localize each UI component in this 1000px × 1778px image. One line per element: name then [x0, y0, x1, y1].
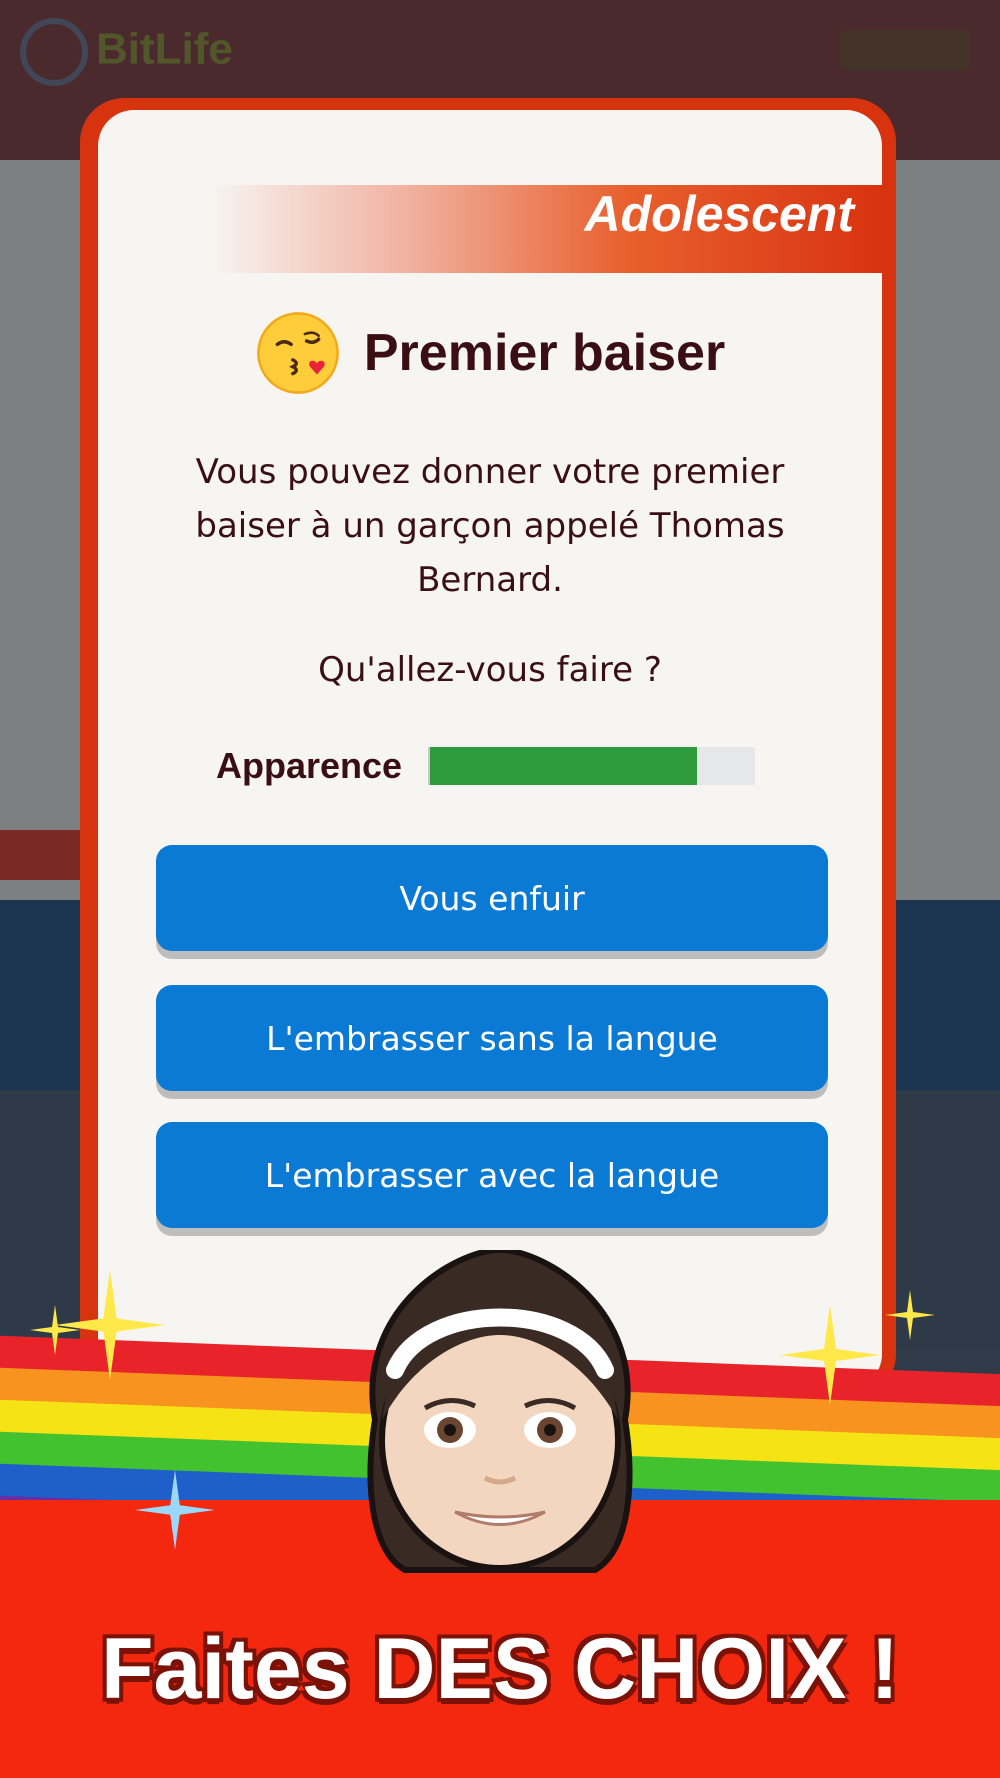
sparkle-icon — [30, 1305, 80, 1355]
stat-bar — [428, 747, 755, 785]
girl-avatar-icon — [367, 1250, 633, 1573]
stage-ribbon: Adolescent — [208, 185, 882, 273]
promo-tagline: Faites DES CHOIX ! — [100, 1621, 900, 1717]
background-logo: BitLife — [20, 18, 233, 86]
sparkle-icon — [885, 1290, 935, 1340]
kissing-face-emoji-icon — [256, 312, 339, 394]
sparkle-icon — [135, 1470, 215, 1550]
event-description: Vous pouvez donner votre premier baiser … — [195, 452, 785, 600]
stat-bar-fill — [430, 747, 697, 785]
event-card: Adolescent Premier baiser Vous pouvez do… — [98, 110, 882, 1390]
sparkle-icon — [780, 1305, 880, 1405]
choice-button-kiss-tongue[interactable]: L'embrasser avec la langue — [156, 1122, 828, 1228]
choice-button-run-away[interactable]: Vous enfuir — [156, 845, 828, 951]
choice-button-kiss-no-tongue[interactable]: L'embrasser sans la langue — [156, 985, 828, 1091]
event-header: Premier baiser — [98, 310, 882, 396]
stage-label: Adolescent — [584, 186, 854, 242]
background-balance — [840, 30, 970, 70]
stat-label: Apparence — [216, 745, 403, 786]
event-question: Qu'allez-vous faire ? — [318, 650, 662, 690]
event-title: Premier baiser — [363, 324, 726, 382]
